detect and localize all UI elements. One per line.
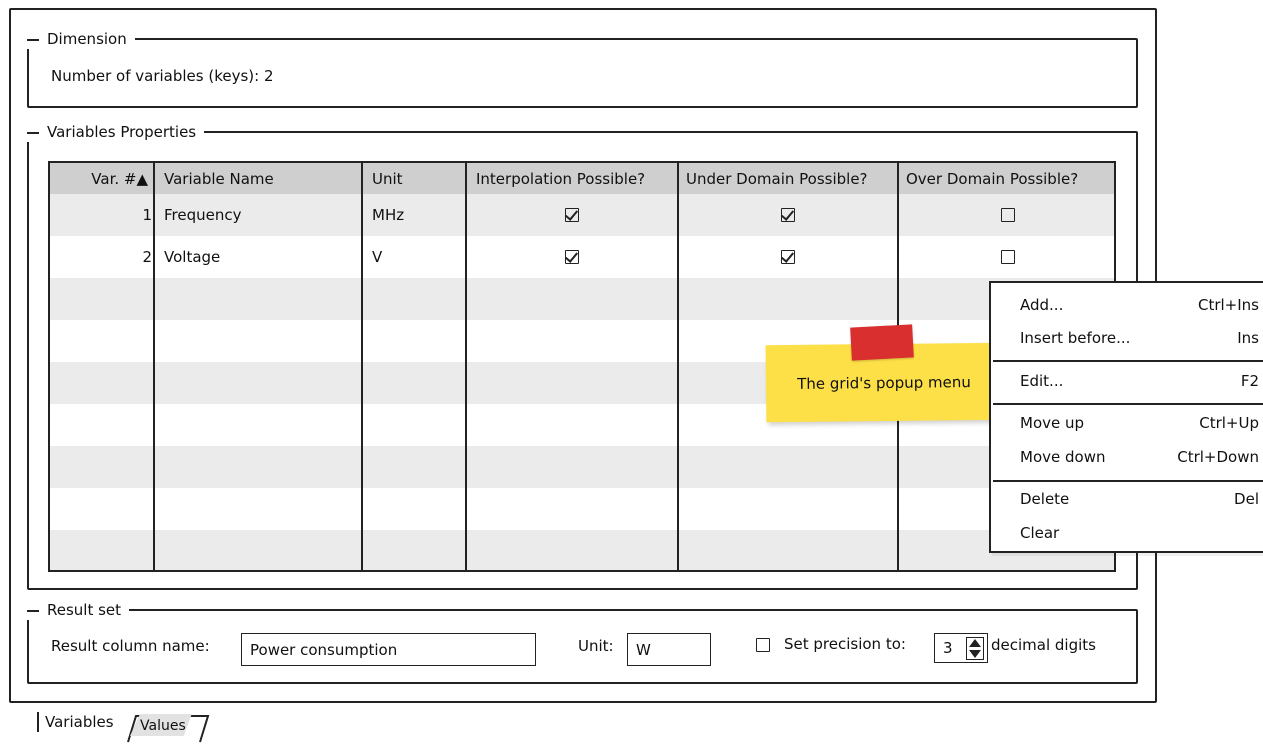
row-number-cell: 2 <box>142 248 152 266</box>
under-domain-checkbox[interactable] <box>781 208 795 222</box>
precision-spinner[interactable]: 3 <box>934 633 988 663</box>
result-set-group-title: Result set <box>27 600 130 620</box>
spinner-buttons[interactable] <box>966 637 984 660</box>
menu-item-add[interactable]: Add... Ctrl+Ins <box>1020 289 1259 321</box>
variables-properties-group-title: Variables Properties <box>27 122 205 142</box>
menu-item-label: Clear <box>1020 524 1060 542</box>
unit-cell: MHz <box>372 206 405 224</box>
tab-values[interactable]: Values <box>130 714 192 736</box>
number-of-variables-text: Number of variables (keys): 2 <box>51 67 274 85</box>
empty-row <box>50 446 1114 488</box>
menu-item-edit[interactable]: Edit... F2 <box>1020 365 1259 397</box>
interpolation-checkbox[interactable] <box>565 250 579 264</box>
grid-popup-menu: Add... Ctrl+Ins Insert before... Ins Edi… <box>989 281 1263 553</box>
menu-item-delete[interactable]: Delete Del <box>1020 483 1259 515</box>
unit-cell: V <box>372 248 383 266</box>
menu-item-label: Delete <box>1020 490 1070 508</box>
row-number-cell: 1 <box>142 206 152 224</box>
result-column-name-label: Result column name: <box>51 637 210 655</box>
column-header-over-domain[interactable]: Over Domain Possible? <box>898 163 1114 194</box>
dimension-group-title: Dimension <box>27 29 135 49</box>
menu-item-shortcut: Ctrl+Up <box>1199 414 1259 432</box>
menu-item-label: Move up <box>1020 414 1085 432</box>
over-domain-checkbox[interactable] <box>1001 250 1015 264</box>
menu-item-label: Add... <box>1020 296 1064 314</box>
empty-row <box>50 488 1114 530</box>
menu-item-label: Insert before... <box>1020 329 1131 347</box>
column-header-unit[interactable]: Unit <box>362 163 466 194</box>
menu-item-shortcut: Ins <box>1237 329 1259 347</box>
over-domain-checkbox[interactable] <box>1001 208 1015 222</box>
unit-label: Unit: <box>578 637 614 655</box>
variable-name-cell: Frequency <box>164 206 242 224</box>
menu-item-shortcut: F2 <box>1240 372 1259 390</box>
menu-separator <box>993 480 1263 482</box>
set-precision-label: Set precision to: <box>784 635 906 653</box>
menu-item-insert-before[interactable]: Insert before... Ins <box>1020 322 1259 354</box>
interpolation-checkbox[interactable] <box>565 208 579 222</box>
menu-separator <box>993 403 1263 405</box>
column-header-var-number[interactable]: Var. #▲ <box>50 163 154 194</box>
spin-down-icon[interactable] <box>969 650 981 658</box>
menu-item-shortcut: Del <box>1234 490 1259 508</box>
dimension-group: Dimension Number of variables (keys): 2 <box>27 29 1138 108</box>
unit-input[interactable]: W <box>627 633 711 666</box>
variable-name-cell: Voltage <box>164 248 221 266</box>
menu-separator <box>993 360 1263 362</box>
sticky-note-text: The grid's popup menu <box>797 372 971 393</box>
column-header-variable-name[interactable]: Variable Name <box>154 163 362 194</box>
spin-up-icon[interactable] <box>969 639 981 647</box>
table-row[interactable]: 2 Voltage V <box>50 236 1114 278</box>
result-column-name-input[interactable]: Power consumption <box>241 633 536 666</box>
column-header-interpolation[interactable]: Interpolation Possible? <box>466 163 678 194</box>
under-domain-checkbox[interactable] <box>781 250 795 264</box>
menu-item-move-up[interactable]: Move up Ctrl+Up <box>1020 407 1259 439</box>
menu-item-shortcut: Ctrl+Ins <box>1197 296 1259 314</box>
empty-row <box>50 530 1114 570</box>
column-header-under-domain[interactable]: Under Domain Possible? <box>678 163 898 194</box>
menu-item-label: Edit... <box>1020 372 1064 390</box>
menu-item-clear[interactable]: Clear <box>1020 517 1259 549</box>
set-precision-checkbox[interactable] <box>756 638 770 652</box>
sticky-note-tape <box>850 324 914 361</box>
empty-row <box>50 278 1114 320</box>
tab-variables[interactable]: Variables <box>37 712 118 732</box>
grid-header-row: Var. #▲ Variable Name Unit Interpolation… <box>50 163 1114 194</box>
menu-item-shortcut: Ctrl+Down <box>1177 448 1259 466</box>
menu-item-label: Move down <box>1020 448 1106 466</box>
table-row[interactable]: 1 Frequency MHz <box>50 194 1114 236</box>
precision-value: 3 <box>943 639 953 657</box>
decimal-digits-label: decimal digits <box>991 636 1096 654</box>
menu-item-move-down[interactable]: Move down Ctrl+Down <box>1020 441 1259 473</box>
